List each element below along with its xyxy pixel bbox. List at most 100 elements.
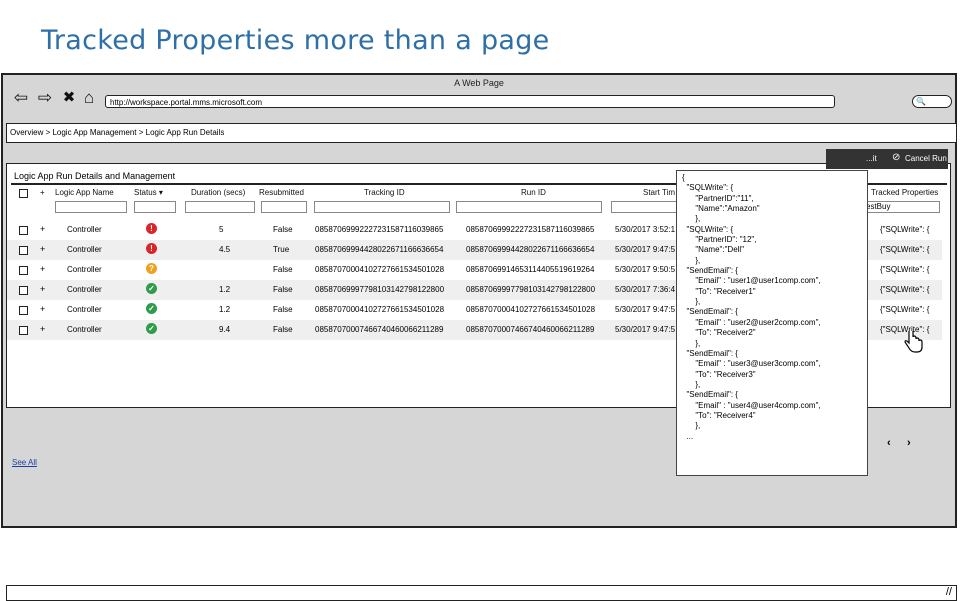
col-header-resubmitted[interactable]: Resubmitted — [259, 188, 304, 197]
cell-name: Controller — [67, 225, 102, 234]
search-icon: 🔍 — [916, 97, 926, 106]
cell-tracked[interactable]: {"SQLWrite": { — [880, 225, 929, 234]
cell-start: 5/30/2017 9:47:5 — [615, 245, 676, 254]
cell-name: Controller — [67, 285, 102, 294]
cell-duration: 1.2 — [219, 305, 231, 314]
row-checkbox[interactable] — [19, 306, 28, 315]
cell-tracking-id: 08587069997798103142798122800 — [315, 285, 445, 294]
stop-icon[interactable]: ✖ — [60, 89, 78, 107]
filter-run-id[interactable] — [456, 201, 602, 213]
cell-run-id: 08587069997798103142798122800 — [466, 285, 596, 294]
cell-resubmitted: False — [273, 285, 293, 294]
filter-tracked-properties[interactable]: estBuy — [865, 201, 940, 213]
cell-run-id: 08587070007466740460066211289 — [466, 325, 595, 334]
cell-duration: 4.5 — [219, 245, 231, 254]
select-all-checkbox[interactable] — [19, 189, 28, 198]
cell-duration: 5 — [219, 225, 224, 234]
row-checkbox[interactable] — [19, 226, 28, 235]
status-bar: // — [6, 585, 957, 601]
cell-tracking-id: 08587070004102727661534501028 — [315, 265, 445, 274]
row-expand-icon[interactable]: + — [40, 264, 45, 274]
row-checkbox[interactable] — [19, 326, 28, 335]
filter-start-time[interactable] — [611, 201, 677, 213]
row-expand-icon[interactable]: + — [40, 324, 45, 334]
cell-duration: 1.2 — [219, 285, 231, 294]
cell-tracking-id: 08587070004102727661534501028 — [315, 305, 445, 314]
filter-tracking-id[interactable] — [314, 201, 450, 213]
row-checkbox[interactable] — [19, 286, 28, 295]
cell-run-id: 08587070004102727661534501028 — [466, 305, 596, 314]
col-header-status[interactable]: Status ▾ — [134, 188, 163, 197]
row-checkbox[interactable] — [19, 246, 28, 255]
col-header-run-id[interactable]: Run ID — [521, 188, 546, 197]
prev-page-button[interactable]: ‹ — [887, 437, 891, 449]
cell-start: 5/30/2017 9:47:5 — [615, 305, 676, 314]
tracked-properties-popup: { "SQLWrite": { "PartnerID":"11", "Name"… — [676, 170, 868, 476]
address-bar[interactable]: http://workspace.portal.mms.microsoft.co… — [105, 95, 835, 108]
cell-name: Controller — [67, 265, 102, 274]
sort-desc-icon: ▾ — [158, 188, 163, 197]
cell-resubmitted: False — [273, 325, 293, 334]
status-success-icon: ✓ — [146, 283, 157, 294]
breadcrumb[interactable]: Overview > Logic App Management > Logic … — [6, 123, 957, 143]
col-header-name[interactable]: Logic App Name — [55, 188, 114, 197]
tracked-properties-json: { "SQLWrite": { "PartnerID":"11", "Name"… — [682, 173, 821, 441]
cell-tracked[interactable]: {"SQLWrite": { — [880, 305, 929, 314]
status-error-icon: ! — [146, 223, 157, 234]
cell-tracked[interactable]: {"SQLWrite": { — [880, 245, 929, 254]
row-expand-icon[interactable]: + — [40, 304, 45, 314]
cell-resubmitted: False — [273, 265, 293, 274]
cell-start: 5/30/2017 7:36:4 — [615, 285, 676, 294]
cell-run-id: 08587069914653114405519619264 — [466, 265, 595, 274]
cell-tracked[interactable]: {"SQLWrite": { — [880, 265, 929, 274]
cell-run-id: 08587069992227231587116039865 — [466, 225, 595, 234]
cell-start: 5/30/2017 9:50:5 — [615, 265, 676, 274]
cell-tracking-id: 08587070007466740460066211289 — [315, 325, 444, 334]
window-title: A Web Page — [454, 78, 504, 88]
panel-toolbar: ...it ⊘ Cancel Run — [826, 149, 948, 169]
cell-name: Controller — [67, 305, 102, 314]
forward-arrow-icon[interactable]: ⇨ — [36, 89, 54, 107]
cell-name: Controller — [67, 245, 102, 254]
row-expand-icon[interactable]: + — [40, 284, 45, 294]
status-warning-icon: ? — [146, 263, 157, 274]
col-header-tracking-id[interactable]: Tracking ID — [364, 188, 405, 197]
cell-run-id: 08587069994428022671166636654 — [466, 245, 595, 254]
slide-title: Tracked Properties more than a page — [41, 25, 550, 56]
cell-start: 5/30/2017 3:52:1 — [615, 225, 676, 234]
filter-duration[interactable] — [185, 201, 255, 213]
back-arrow-icon[interactable]: ⇦ — [12, 89, 30, 107]
filter-resubmitted[interactable] — [261, 201, 307, 213]
resubmit-button[interactable]: ...it — [866, 154, 877, 163]
row-expand-icon[interactable]: + — [40, 244, 45, 254]
cancel-icon: ⊘ — [892, 152, 901, 163]
status-success-icon: ✓ — [146, 303, 157, 314]
col-header-duration[interactable]: Duration (secs) — [191, 188, 245, 197]
browser-search-field[interactable]: 🔍 — [912, 95, 952, 108]
cell-start: 5/30/2017 9:47:5 — [615, 325, 676, 334]
cell-duration: 9.4 — [219, 325, 231, 334]
expand-all-icon[interactable]: + — [40, 188, 45, 197]
cell-resubmitted: False — [273, 225, 293, 234]
filter-name[interactable] — [55, 201, 127, 213]
cell-resubmitted: False — [273, 305, 293, 314]
cell-resubmitted: True — [273, 245, 290, 254]
resize-handle-icon[interactable]: // — [946, 586, 952, 598]
cell-tracking-id: 08587069992227231587116039865 — [315, 225, 444, 234]
filter-status[interactable] — [134, 201, 176, 213]
cell-tracked[interactable]: {"SQLWrite": { — [880, 285, 929, 294]
cancel-run-button[interactable]: Cancel Run — [905, 154, 947, 163]
hand-cursor-icon — [904, 331, 923, 353]
cell-tracking-id: 08587069994428022671166636654 — [315, 245, 444, 254]
status-success-icon: ✓ — [146, 323, 157, 334]
row-expand-icon[interactable]: + — [40, 224, 45, 234]
col-header-start-time[interactable]: Start Tim — [643, 188, 675, 197]
status-error-icon: ! — [146, 243, 157, 254]
row-checkbox[interactable] — [19, 266, 28, 275]
cell-name: Controller — [67, 325, 102, 334]
panel-title: Logic App Run Details and Management — [14, 171, 176, 181]
home-icon[interactable]: ⌂ — [80, 89, 98, 107]
next-page-button[interactable]: › — [907, 437, 911, 449]
see-all-link[interactable]: See All — [12, 458, 37, 467]
col-header-tracked-properties[interactable]: Tracked Properties — [871, 188, 938, 197]
